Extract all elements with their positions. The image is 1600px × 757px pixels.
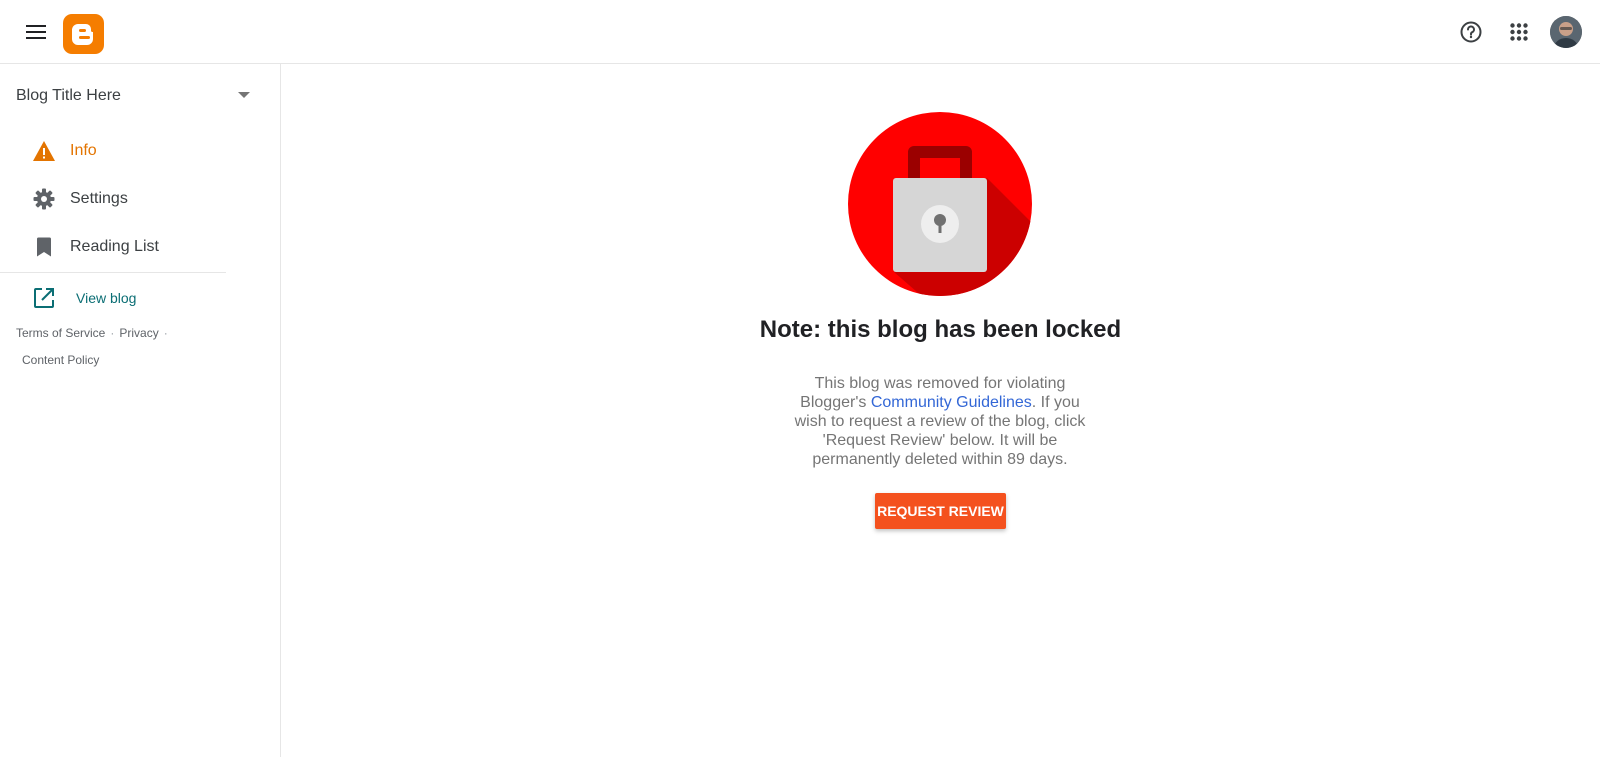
view-blog-label: View blog (76, 290, 137, 306)
top-app-bar (0, 0, 1600, 64)
sidebar-item-label: Info (70, 142, 97, 159)
user-avatar[interactable] (1550, 16, 1582, 48)
gear-icon (32, 187, 56, 211)
warning-icon (32, 139, 56, 163)
locked-message: This blog was removed for violating Blog… (790, 374, 1090, 469)
sidebar-item-label: Reading List (70, 238, 159, 255)
sidebar-item-settings[interactable]: Settings (0, 177, 265, 221)
blog-title: Blog Title Here (16, 87, 121, 104)
blog-selector[interactable]: Blog Title Here (0, 78, 265, 114)
privacy-link[interactable]: Privacy (119, 326, 158, 340)
chevron-down-icon (238, 92, 250, 98)
blogger-logo[interactable] (63, 14, 104, 54)
sidebar: Blog Title Here Info Settings Reading Li… (0, 64, 281, 757)
request-review-button[interactable]: REQUEST REVIEW (875, 493, 1006, 529)
main-content: Note: this blog has been locked This blo… (281, 64, 1600, 757)
locked-padlock-icon (848, 112, 1032, 296)
page-title: Note: this blog has been locked (759, 316, 1122, 343)
open-in-new-icon (32, 286, 56, 310)
sidebar-item-info[interactable]: Info (0, 129, 265, 173)
bookmark-icon (32, 235, 56, 259)
apps-grid-icon[interactable] (1503, 16, 1535, 48)
sidebar-item-reading-list[interactable]: Reading List (0, 225, 265, 269)
separator-dot: · (163, 326, 168, 340)
community-guidelines-link[interactable]: Community Guidelines (871, 394, 1032, 411)
content-policy-link[interactable]: Content Policy (22, 353, 99, 367)
sidebar-divider (0, 272, 226, 273)
hamburger-menu-icon[interactable] (20, 16, 52, 48)
terms-of-service-link[interactable]: Terms of Service (16, 326, 105, 340)
help-circle-icon[interactable] (1455, 16, 1487, 48)
view-blog-link[interactable]: View blog (0, 276, 265, 320)
sidebar-item-label: Settings (70, 190, 128, 207)
footer-links: Terms of Service · Privacy · Content Policy (16, 320, 216, 374)
separator-dot: · (110, 326, 115, 340)
